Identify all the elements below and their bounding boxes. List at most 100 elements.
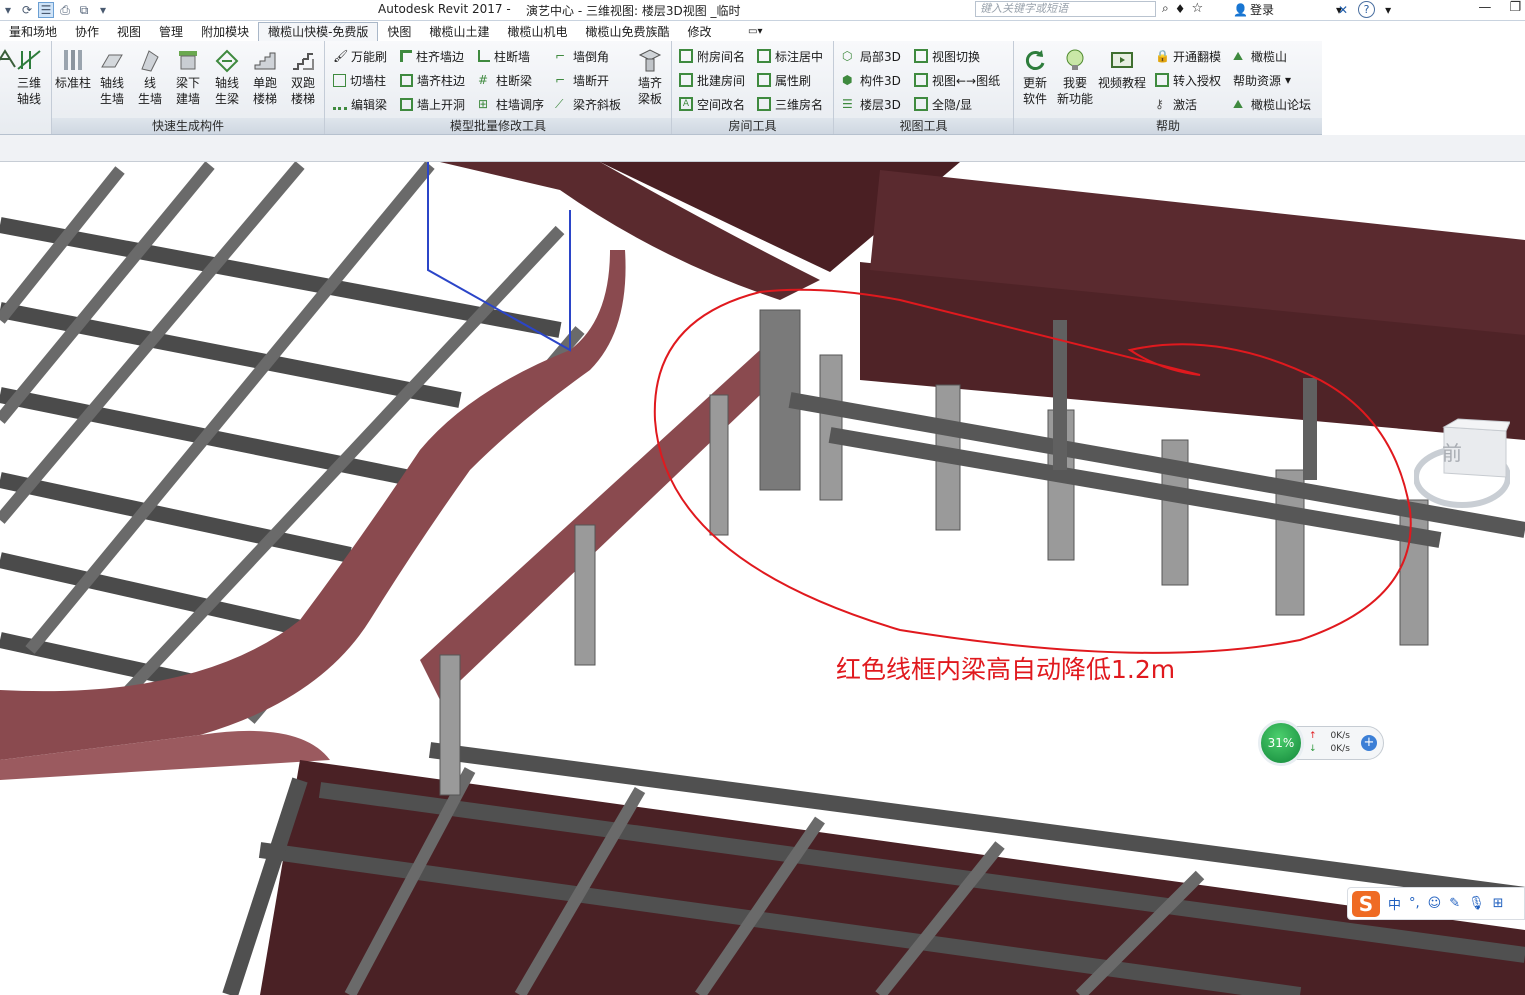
column-icon: [64, 50, 82, 70]
switch-view-icon: [914, 49, 928, 63]
edit-beam-button[interactable]: 编辑梁: [333, 94, 387, 114]
room-name-3d-button[interactable]: 三维房名: [757, 94, 823, 114]
customize-icon[interactable]: ▾: [95, 2, 111, 18]
standard-column-button[interactable]: 标准柱: [54, 47, 92, 91]
tab-4[interactable]: 附加模块: [192, 23, 258, 41]
viewcube[interactable]: 前: [1413, 417, 1511, 517]
axis-wall-button[interactable]: 轴线 生墙: [93, 47, 131, 107]
rename-space-button[interactable]: A 空间改名: [679, 94, 745, 114]
local-3d-button[interactable]: ⬡ 局部3D: [842, 46, 901, 66]
quick-access-toolbar: ▾ ⟳ ☰ ⎙ ⧉ ▾: [0, 0, 111, 20]
cut-wall-column-button[interactable]: 切墙柱: [333, 70, 386, 90]
axis-3d-label2: 轴线: [16, 92, 41, 106]
tab-2[interactable]: 视图: [108, 23, 150, 41]
wall-chamfer-button[interactable]: ⌐ 墙倒角: [555, 46, 609, 66]
accelerate-plus-icon[interactable]: +: [1361, 735, 1377, 751]
wall-align-column-button[interactable]: 墙齐柱边: [400, 70, 465, 90]
wall-align-beam-slab-button[interactable]: 墙齐 梁板: [631, 47, 669, 107]
column-break-beam-label: 柱断梁: [496, 73, 533, 88]
memory-percent-badge[interactable]: 31%: [1258, 720, 1304, 766]
axis-beam-button[interactable]: 轴线 生梁: [208, 47, 246, 107]
column-break-beam-button[interactable]: # 柱断梁: [478, 70, 532, 90]
network-meter-widget[interactable]: ↑ 0K/s ↓ 0K/s + 31%: [1258, 720, 1384, 766]
pen-icon[interactable]: ✎: [1449, 896, 1460, 911]
single-stair-button[interactable]: 单跑 楼梯: [246, 47, 284, 107]
update-software-button[interactable]: 更新 软件: [1016, 47, 1054, 107]
double-stair-button[interactable]: 双跑 楼梯: [284, 47, 322, 107]
ime-punctuation-toggle[interactable]: °,: [1409, 896, 1420, 911]
center-tag-button[interactable]: 标注居中: [757, 46, 823, 66]
element-3d-button[interactable]: ⬢ 构件3D: [842, 70, 901, 90]
olive-mountain-button[interactable]: ⛰ 橄榄山: [1233, 46, 1287, 66]
restore-icon[interactable]: ❐: [1509, 0, 1521, 15]
view-sheet-button[interactable]: 视图←→图纸: [914, 70, 1000, 90]
switch-windows-icon[interactable]: ⧉: [76, 2, 92, 18]
tab-9[interactable]: 橄榄山免费族酷: [576, 23, 678, 41]
format-brush-button[interactable]: 🖌 万能刷: [333, 46, 387, 66]
minimize-icon[interactable]: —: [1478, 0, 1491, 15]
cut-wall-column-label: 切墙柱: [350, 73, 387, 88]
level-3d-button[interactable]: ☰ 楼层3D: [842, 94, 901, 114]
hide-show-all-button[interactable]: 全隐/显: [914, 94, 972, 114]
order-icon: ⊞: [478, 97, 489, 111]
panel-help: 更新 软件 我要 新功能 视频教程 🔒 开通翻模 转入授权 ⚷ 激活 ⛰ 橄榄山 帮助…: [1014, 41, 1322, 134]
tab-1[interactable]: 协作: [66, 23, 108, 41]
tab-7[interactable]: 橄榄山土建: [420, 23, 498, 41]
brush-icon: 🖌: [333, 49, 349, 63]
emoji-icon[interactable]: ☺: [1428, 896, 1442, 911]
ribbon-minimize-icon[interactable]: ▭▾: [748, 26, 762, 37]
help-resources-button[interactable]: 帮助资源 ▾: [1233, 70, 1291, 90]
dropdown-icon[interactable]: ▾: [0, 2, 16, 18]
grid-icon[interactable]: ⊞: [1493, 896, 1504, 911]
3d-viewport[interactable]: 前 红色线框内梁高自动降低1.2m: [0, 162, 1525, 995]
structural-model-render: [0, 162, 1525, 995]
binoculars-icon[interactable]: ⌕: [1162, 1, 1169, 16]
activate-button[interactable]: ⚷ 激活: [1155, 94, 1197, 114]
forum-button[interactable]: ⛰ 橄榄山论坛: [1233, 94, 1311, 114]
switch-view-button[interactable]: 视图切换: [914, 46, 980, 66]
tab-0[interactable]: 量和场地: [0, 23, 66, 41]
exchange-apps-icon[interactable]: ✕: [1338, 3, 1348, 17]
double-stair-label1: 双跑: [290, 76, 315, 90]
request-feature-button[interactable]: 我要 新功能: [1054, 47, 1096, 107]
microphone-icon[interactable]: 🎙: [1468, 896, 1485, 911]
chevron-down-icon: ▾: [1285, 73, 1292, 87]
wall-under-beam-button[interactable]: 梁下 建墙: [169, 47, 207, 107]
login-button[interactable]: 👤 登录 ▾: [1233, 1, 1342, 18]
help-icon[interactable]: ?: [1358, 1, 1376, 18]
line-wall-button[interactable]: 线 生墙: [131, 47, 169, 107]
subscription-icon[interactable]: ♦: [1175, 2, 1186, 16]
sogou-logo-icon[interactable]: S: [1352, 890, 1380, 917]
print-icon[interactable]: ⎙: [57, 2, 73, 18]
favorites-icon[interactable]: ☆: [1192, 1, 1204, 16]
panel-title-view-tools: 视图工具: [834, 118, 1013, 134]
column-align-wall-button[interactable]: 柱齐墙边: [400, 46, 464, 66]
axis-3d-button[interactable]: 三维 轴线: [10, 47, 48, 107]
wall-opening-button[interactable]: 墙上开洞: [400, 94, 465, 114]
thin-lines-icon[interactable]: ☰: [38, 2, 54, 18]
tab-3[interactable]: 管理: [150, 23, 192, 41]
wall-split-button[interactable]: ⌐ 墙断开: [555, 70, 609, 90]
ribbon-tabs: 量和场地 协作 视图 管理 附加模块 橄榄山快模-免费版 快图 橄榄山土建 橄榄山机电 橄榄山免费…: [0, 22, 721, 41]
split-icon: ⌐: [555, 73, 566, 87]
single-stair-label2: 楼梯: [252, 92, 277, 106]
sync-icon[interactable]: ⟳: [19, 2, 35, 18]
tab-8[interactable]: 橄榄山机电: [498, 23, 576, 41]
video-tutorial-button[interactable]: 视频教程: [1096, 47, 1148, 91]
beam-align-slab-button[interactable]: ⟋ 梁齐斜板: [555, 94, 621, 114]
ime-language-toggle[interactable]: 中: [1388, 894, 1401, 913]
tab-10[interactable]: 修改: [678, 23, 720, 41]
column-break-wall-button[interactable]: 柱断墙: [478, 46, 530, 66]
tab-5[interactable]: 橄榄山快模-免费版: [258, 22, 379, 41]
attach-room-name-button[interactable]: 附房间名: [679, 46, 745, 66]
chevron-down-icon[interactable]: ▾: [1385, 3, 1391, 17]
room-icon: [679, 73, 693, 87]
tab-6[interactable]: 快图: [378, 23, 420, 41]
search-input[interactable]: 键入关键字或短语: [975, 1, 1156, 17]
batch-create-room-button[interactable]: 批建房间: [679, 70, 745, 90]
transfer-license-button[interactable]: 转入授权: [1155, 70, 1221, 90]
column-wall-order-button[interactable]: ⊞ 柱墙调序: [478, 94, 544, 114]
room-3d-icon: [757, 97, 771, 111]
enable-modeling-button[interactable]: 🔒 开通翻模: [1155, 46, 1221, 66]
property-brush-button[interactable]: 属性刷: [757, 70, 811, 90]
